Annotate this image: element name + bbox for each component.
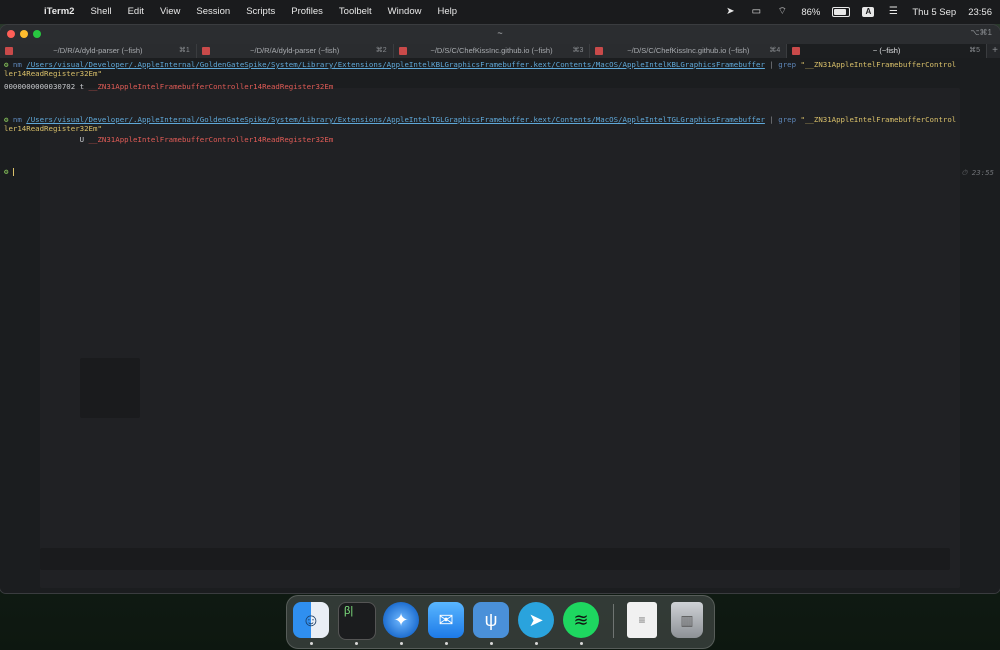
menu-edit[interactable]: Edit — [120, 0, 152, 24]
wifi-icon[interactable]: ⌔ — [775, 6, 789, 18]
window-shortcut: ⌥⌘1 — [970, 28, 992, 37]
running-indicator — [400, 642, 403, 645]
prompt-icon: ⚙ — [4, 60, 9, 69]
menu-view[interactable]: View — [152, 0, 188, 24]
document-icon[interactable]: ≡ — [627, 602, 657, 638]
control-center-icon[interactable]: ☰ — [886, 6, 900, 18]
background-image-ghost — [80, 358, 140, 418]
close-tab-icon[interactable] — [5, 47, 13, 55]
cmd-path[interactable]: /Users/visual/Developer/.AppleInternal/G… — [26, 60, 765, 69]
output-line-2: U __ZN31AppleIntelFramebufferController1… — [4, 135, 334, 144]
cmd-grep: grep — [778, 115, 797, 124]
title-bar[interactable]: ~ ⌥⌘1 — [0, 25, 1000, 44]
current-prompt-line[interactable]: ⚙ — [4, 167, 14, 176]
prompt-icon: ⚙ — [4, 167, 9, 176]
tab-label: ~/D/R/A/dyld-parser (~fish) — [53, 46, 143, 55]
battery-percent[interactable]: 86% — [801, 7, 820, 18]
tab-label: ~/D/S/C/ChefKissInc.github.io (~fish) — [430, 46, 553, 55]
cmd-arg-start: "__ZN31AppleIntelFramebufferControl — [800, 115, 957, 124]
running-indicator — [490, 642, 493, 645]
cmd-grep: grep — [778, 60, 797, 69]
running-indicator — [445, 642, 448, 645]
tab-shortcut: ⌘3 — [572, 47, 584, 54]
running-indicator — [355, 642, 358, 645]
display-icon[interactable]: ▭ — [749, 6, 763, 18]
tab-shortcut: ⌘5 — [969, 47, 981, 54]
menu-scripts[interactable]: Scripts — [238, 0, 283, 24]
command-line-2: ⚙ nm /Users/visual/Developer/.AppleInter… — [4, 115, 956, 124]
tab-3[interactable]: ~/D/S/C/ChefKissInc.github.io (~fish) ⌘3 — [393, 44, 591, 58]
terminal-view[interactable]: ⚙ nm /Users/visual/Developer/.AppleInter… — [0, 58, 1000, 593]
command-line-2-wrap: ler14ReadRegister32Em" — [4, 124, 102, 133]
tab-5[interactable]: ~ (~fish) ⌘5 — [787, 44, 988, 58]
tab-shortcut: ⌘2 — [375, 47, 387, 54]
tab-label: ~/D/R/A/dyld-parser (~fish) — [250, 46, 340, 55]
cmd-arg-start: "__ZN31AppleIntelFramebufferControl — [800, 60, 957, 69]
running-indicator — [535, 642, 538, 645]
trash-icon[interactable]: ▥ — [671, 602, 703, 638]
running-indicator — [310, 642, 313, 645]
finder-icon[interactable]: ☺ — [293, 602, 329, 638]
menu-help[interactable]: Help — [429, 0, 465, 24]
menu-profiles[interactable]: Profiles — [283, 0, 331, 24]
background-window-ghost — [40, 88, 960, 588]
output-symbol: __ZN31AppleIntelFramebufferController14R… — [88, 135, 334, 144]
right-prompt-time: ⏱ 23:55 — [961, 168, 994, 177]
mail-icon[interactable]: ✉ — [428, 602, 464, 638]
battery-fill — [834, 9, 847, 15]
safari-icon[interactable]: ✦ — [383, 602, 419, 638]
telegram-icon[interactable]: ➤ — [518, 602, 554, 638]
navigation-icon[interactable]: ➤ — [723, 6, 737, 18]
close-tab-icon[interactable] — [201, 47, 210, 55]
output-symbol: __ZN31AppleIntelFramebufferController14R… — [88, 82, 334, 91]
dock: ☺ β| ✦ ✉ ψ ➤ ≋ ≡ ▥ — [286, 595, 715, 649]
tab-bar: ~/D/R/A/dyld-parser (~fish) ⌘1 ~/D/R/A/d… — [0, 44, 1000, 58]
new-tab-button[interactable]: + — [990, 44, 1000, 58]
terminal-icon[interactable]: β| — [338, 602, 376, 640]
tab-label: ~ (~fish) — [872, 46, 901, 55]
command-line-1: ⚙ nm /Users/visual/Developer/.AppleInter… — [4, 60, 956, 69]
menu-toolbelt[interactable]: Toolbelt — [331, 0, 380, 24]
cmd-path[interactable]: /Users/visual/Developer/.AppleInternal/G… — [26, 115, 765, 124]
iterm-window: ~ ⌥⌘1 ~/D/R/A/dyld-parser (~fish) ⌘1 ~/D… — [0, 25, 1000, 593]
background-bar-ghost — [40, 548, 950, 570]
cmd-pipe: | — [769, 60, 774, 69]
menu-app-name[interactable]: iTerm2 — [36, 0, 82, 24]
output-line-1: 0000000000030702 t __ZN31AppleIntelFrame… — [4, 82, 333, 91]
running-indicator — [580, 642, 583, 645]
output-address: U — [4, 135, 89, 144]
spotify-icon[interactable]: ≋ — [563, 602, 599, 638]
battery-icon[interactable] — [832, 7, 851, 17]
cmd-arg-end: ler14ReadRegister32Em" — [4, 124, 102, 133]
prompt-icon: ⚙ — [4, 115, 9, 124]
close-tab-icon[interactable] — [595, 47, 604, 55]
tab-shortcut: ⌘4 — [769, 47, 781, 54]
tab-1[interactable]: ~/D/R/A/dyld-parser (~fish) ⌘1 — [0, 44, 197, 58]
menu-time[interactable]: 23:56 — [968, 7, 992, 18]
fork-icon[interactable]: ψ — [473, 602, 509, 638]
command-line-1-wrap: ler14ReadRegister32Em" — [4, 69, 102, 78]
menu-window[interactable]: Window — [380, 0, 430, 24]
tab-shortcut: ⌘1 — [178, 47, 190, 54]
cmd-nm: nm — [12, 115, 22, 124]
cmd-nm: nm — [12, 60, 22, 69]
tab-label: ~/D/S/C/ChefKissInc.github.io (~fish) — [627, 46, 750, 55]
close-tab-icon[interactable] — [792, 47, 801, 55]
cmd-arg-end: ler14ReadRegister32Em" — [4, 69, 102, 78]
menu-date[interactable]: Thu 5 Sep — [912, 7, 956, 18]
menu-bar: iTerm2 Shell Edit View Session Scripts P… — [0, 0, 1000, 24]
tab-4[interactable]: ~/D/S/C/ChefKissInc.github.io (~fish) ⌘4 — [590, 44, 788, 58]
menu-session[interactable]: Session — [188, 0, 238, 24]
window-title: ~ — [497, 28, 503, 38]
text-cursor — [12, 168, 14, 176]
tab-2[interactable]: ~/D/R/A/dyld-parser (~fish) ⌘2 — [196, 44, 394, 58]
menu-shell[interactable]: Shell — [82, 0, 119, 24]
output-address: 0000000000030702 t — [4, 82, 89, 91]
dock-separator — [613, 604, 614, 638]
close-tab-icon[interactable] — [398, 47, 407, 55]
cmd-pipe: | — [769, 115, 774, 124]
input-source-icon[interactable]: A — [862, 7, 875, 17]
